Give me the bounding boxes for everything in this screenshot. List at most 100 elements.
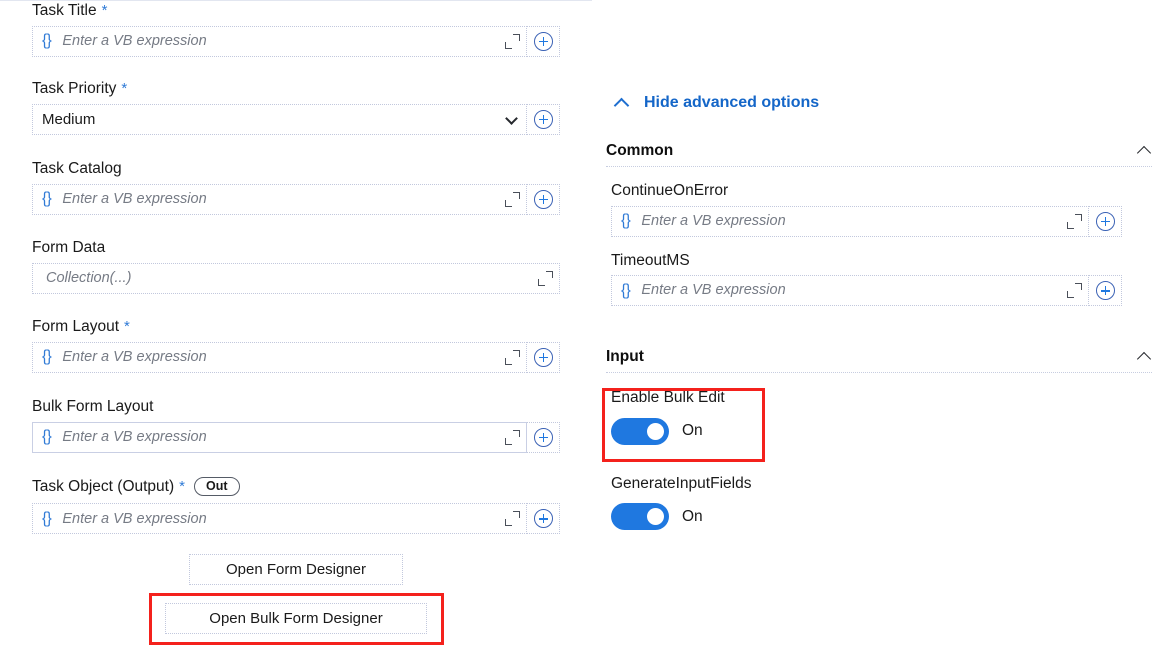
field-form-data: Form Data Collection(...) [0, 240, 592, 294]
open-bulk-form-designer-button[interactable]: Open Bulk Form Designer [165, 603, 427, 634]
field-timeout-ms: TimeoutMS {} Enter a VB expression [606, 251, 1152, 306]
input-row-continue-on-error: {} Enter a VB expression [611, 205, 1152, 237]
chevron-up-icon[interactable] [1136, 349, 1152, 365]
vb-brace-icon: {} [621, 281, 631, 299]
field-task-object-output: Task Object (Output) * Out {} Enter a VB… [0, 477, 592, 535]
field-label-form-layout: Form Layout * [32, 319, 562, 335]
plus-circle-icon [533, 347, 553, 367]
field-label-bulk-form-layout: Bulk Form Layout [32, 399, 562, 415]
vb-brace-icon: {} [42, 428, 52, 446]
vb-placeholder-text: Enter a VB expression [62, 429, 207, 445]
toggle-state-generate-input-fields: On [682, 507, 703, 525]
field-label-task-object-output: Task Object (Output) * Out [32, 477, 562, 497]
plus-circle-icon [533, 109, 553, 129]
vb-placeholder-text: Enter a VB expression [62, 511, 207, 527]
input-row-form-layout: {} Enter a VB expression [32, 341, 562, 373]
add-value-button-timeout-ms[interactable] [1089, 275, 1122, 306]
vb-brace-icon: {} [621, 212, 631, 230]
add-value-button-form-layout[interactable] [527, 341, 560, 373]
out-direction-badge: Out [193, 477, 240, 497]
chevron-up-icon [614, 95, 630, 111]
vb-placeholder-text: Enter a VB expression [62, 33, 207, 49]
label-text: Task Object (Output) [32, 477, 175, 495]
required-asterisk: * [179, 478, 185, 496]
plus-circle-icon [533, 509, 553, 529]
section-header-common[interactable]: Common [606, 143, 1152, 167]
vb-placeholder-text: Enter a VB expression [62, 191, 207, 207]
input-row-form-data: Collection(...) [32, 262, 562, 294]
field-label-timeout-ms: TimeoutMS [611, 251, 690, 269]
plus-circle-icon [533, 31, 553, 51]
open-form-designer-button[interactable]: Open Form Designer [189, 554, 403, 585]
add-value-button-task-title[interactable] [527, 25, 560, 57]
hide-advanced-options-label: Hide advanced options [644, 94, 820, 111]
label-text: Task Priority [32, 80, 117, 97]
advanced-options-right-panel: Hide advanced options Common ContinueOnE… [592, 0, 1176, 645]
section-common: Common ContinueOnError {} Enter a VB exp… [606, 143, 1152, 306]
section-title-common: Common [606, 142, 674, 160]
field-label-task-priority: Task Priority * [32, 81, 562, 97]
vb-input-task-title[interactable]: {} Enter a VB expression [32, 25, 527, 57]
field-form-layout: Form Layout * {} Enter a VB expression [0, 319, 592, 373]
toggle-knob [647, 508, 664, 525]
field-task-title: Task Title * {} Enter a VB expression [0, 3, 592, 57]
plus-circle-icon [533, 189, 553, 209]
required-asterisk: * [121, 80, 128, 98]
activity-properties-left-panel: Task Title * {} Enter a VB expression Ta… [0, 0, 592, 645]
toggle-generate-input-fields[interactable] [611, 503, 669, 530]
add-value-button-task-object-output[interactable] [527, 503, 560, 535]
expand-icon[interactable] [505, 349, 520, 365]
field-label-task-title: Task Title * [32, 3, 562, 19]
vb-placeholder-text: Enter a VB expression [641, 283, 786, 298]
field-label-continue-on-error: ContinueOnError [611, 182, 729, 199]
label-text: Form Data [32, 239, 106, 256]
field-task-priority: Task Priority * Medium [0, 81, 592, 135]
label-text: Form Layout [32, 318, 120, 335]
vb-input-task-catalog[interactable]: {} Enter a VB expression [32, 183, 527, 215]
toggle-enable-bulk-edit[interactable] [611, 417, 669, 445]
toggle-row-enable-bulk-edit: On [611, 417, 1152, 445]
expand-icon[interactable] [505, 429, 520, 445]
chevron-down-icon[interactable] [506, 112, 520, 126]
vb-input-bulk-form-layout[interactable]: {} Enter a VB expression [32, 421, 527, 453]
expand-icon[interactable] [1067, 213, 1082, 229]
add-value-button-task-catalog[interactable] [527, 183, 560, 215]
label-text: Task Catalog [32, 160, 122, 177]
label-text: Bulk Form Layout [32, 398, 154, 415]
expand-icon[interactable] [505, 511, 520, 527]
vb-brace-icon: {} [42, 32, 52, 50]
collection-input-form-data[interactable]: Collection(...) [32, 262, 560, 294]
input-row-task-catalog: {} Enter a VB expression [32, 183, 562, 215]
vb-brace-icon: {} [42, 190, 52, 208]
vb-input-form-layout[interactable]: {} Enter a VB expression [32, 341, 527, 373]
label-text: Task Title [32, 2, 97, 19]
expand-icon[interactable] [505, 191, 520, 207]
vb-input-timeout-ms[interactable]: {} Enter a VB expression [611, 275, 1089, 306]
field-task-catalog: Task Catalog {} Enter a VB expression [0, 161, 592, 215]
field-continue-on-error: ContinueOnError {} Enter a VB expression [606, 183, 1152, 237]
select-value-text: Medium [42, 110, 96, 128]
add-value-button-task-priority[interactable] [527, 103, 560, 135]
vb-input-continue-on-error[interactable]: {} Enter a VB expression [611, 205, 1089, 237]
vb-input-task-object-output[interactable]: {} Enter a VB expression [32, 503, 527, 535]
field-generate-input-fields: GenerateInputFields On [606, 475, 1152, 530]
select-task-priority[interactable]: Medium [32, 103, 527, 135]
plus-circle-icon [533, 427, 553, 447]
input-row-task-object-output: {} Enter a VB expression [32, 503, 562, 535]
expand-icon[interactable] [1067, 283, 1082, 298]
expand-icon[interactable] [538, 270, 553, 286]
properties-panel-screen: Task Title * {} Enter a VB expression Ta… [0, 0, 1176, 645]
toggle-state-enable-bulk-edit: On [682, 422, 703, 440]
toggle-knob [647, 422, 664, 440]
section-header-input[interactable]: Input [606, 349, 1152, 373]
section-title-input: Input [606, 348, 644, 366]
expand-icon[interactable] [505, 33, 520, 49]
chevron-up-icon[interactable] [1136, 143, 1152, 159]
vb-placeholder-text: Enter a VB expression [641, 213, 786, 229]
field-bulk-form-layout: Bulk Form Layout {} Enter a VB expressio… [0, 399, 592, 453]
hide-advanced-options-toggle[interactable]: Hide advanced options [614, 95, 819, 111]
input-row-bulk-form-layout: {} Enter a VB expression [32, 421, 562, 453]
add-value-button-bulk-form-layout[interactable] [527, 421, 560, 453]
input-row-task-priority: Medium [32, 103, 562, 135]
add-value-button-continue-on-error[interactable] [1089, 205, 1122, 237]
